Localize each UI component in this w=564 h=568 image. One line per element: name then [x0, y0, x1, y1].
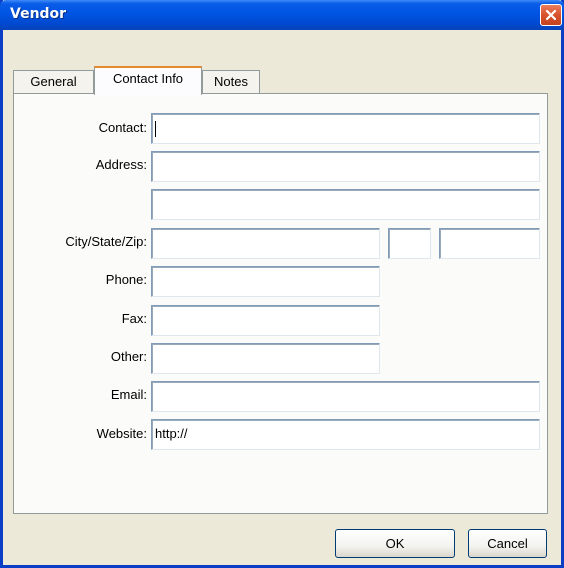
ok-button[interactable]: OK	[335, 529, 455, 558]
phone-label: Phone:	[105, 272, 147, 287]
close-icon	[545, 9, 557, 21]
other-label: Other:	[110, 349, 147, 364]
fax-field[interactable]	[151, 305, 380, 336]
city-field[interactable]	[151, 228, 380, 259]
email-label: Email:	[110, 387, 147, 402]
zip-field[interactable]	[439, 228, 540, 259]
city-state-zip-label: City/State/Zip:	[65, 234, 147, 249]
other-field[interactable]	[151, 343, 380, 374]
state-field[interactable]	[388, 228, 431, 259]
tab-notes[interactable]: Notes	[202, 70, 260, 94]
address-line2-field[interactable]	[151, 189, 540, 220]
tab-general-label: General	[30, 74, 77, 89]
cancel-button-label: Cancel	[487, 536, 528, 551]
contact-label: Contact:	[98, 120, 147, 135]
tab-notes-label: Notes	[214, 74, 248, 89]
text-caret	[155, 121, 156, 137]
fax-label: Fax:	[121, 311, 147, 326]
cancel-button[interactable]: Cancel	[468, 529, 547, 558]
website-value: http://	[155, 426, 188, 441]
tab-contact-info-label: Contact Info	[112, 71, 184, 86]
address-line1-field[interactable]	[151, 151, 540, 182]
tab-general[interactable]: General	[13, 70, 94, 94]
website-label: Website:	[96, 426, 147, 441]
address-label: Address:	[95, 157, 147, 172]
contact-field[interactable]	[151, 113, 540, 144]
tab-contact-info[interactable]: Contact Info	[94, 66, 202, 95]
phone-field[interactable]	[151, 266, 380, 297]
window-title: Vendor	[10, 6, 67, 22]
close-button[interactable]	[540, 4, 562, 26]
website-field[interactable]: http://	[151, 419, 540, 450]
ok-button-label: OK	[385, 536, 405, 551]
email-field[interactable]	[151, 381, 540, 412]
title-bar[interactable]: Vendor	[0, 0, 564, 30]
